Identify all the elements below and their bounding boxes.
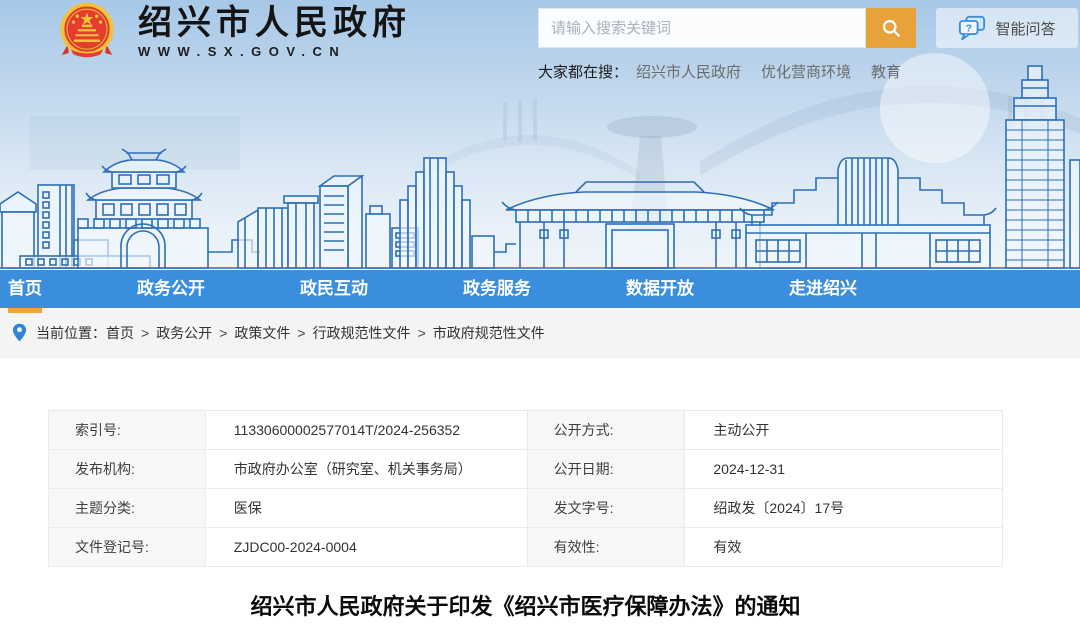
field-value-index-no: 11330600002577014T/2024-256352: [205, 411, 527, 450]
field-value-doc-number: 绍政发〔2024〕17号: [685, 489, 1003, 528]
table-row: 文件登记号: ZJDC00-2024-0004 有效性: 有效: [49, 528, 1003, 567]
hot-search-link[interactable]: 教育: [871, 61, 901, 82]
smart-qa-label: 智能问答: [995, 18, 1055, 39]
breadcrumb: 当前位置： 首页 > 政务公开 > 政策文件 > 行政规范性文件 > 市政府规范…: [0, 308, 1080, 358]
chat-bubble-question-icon: ?: [958, 15, 986, 41]
breadcrumb-item-home[interactable]: 首页: [106, 323, 134, 343]
field-value-validity: 有效: [685, 528, 1003, 567]
breadcrumb-prefix: 当前位置：: [36, 323, 106, 343]
table-row: 索引号: 11330600002577014T/2024-256352 公开方式…: [49, 411, 1003, 450]
field-value-disclosure-method: 主动公开: [685, 411, 1003, 450]
breadcrumb-item-gov-info[interactable]: 政务公开: [156, 323, 212, 343]
hot-search-label: 大家都在搜：: [538, 61, 628, 82]
svg-text:?: ?: [966, 23, 972, 34]
search-input[interactable]: [538, 8, 866, 48]
nav-item-services[interactable]: 政务服务: [463, 270, 531, 308]
document-info-table: 索引号: 11330600002577014T/2024-256352 公开方式…: [48, 410, 1003, 567]
nav-item-home[interactable]: 首页: [8, 270, 42, 308]
smart-qa-button[interactable]: ? 智能问答: [936, 8, 1078, 48]
breadcrumb-separator: >: [297, 325, 305, 341]
field-label-validity: 有效性:: [527, 528, 685, 567]
field-label-index-no: 索引号:: [49, 411, 206, 450]
main-nav: 首页 政务公开 政民互动 政务服务 数据开放 走进绍兴: [0, 270, 1080, 308]
nav-item-open-data[interactable]: 数据开放: [626, 270, 694, 308]
national-emblem-icon: [52, 2, 122, 64]
breadcrumb-separator: >: [141, 325, 149, 341]
breadcrumb-item-admin-normative[interactable]: 行政规范性文件: [313, 323, 411, 343]
field-label-issuing-agency: 发布机构:: [49, 450, 206, 489]
search-bar: [538, 8, 916, 48]
field-value-topic-category: 医保: [205, 489, 527, 528]
breadcrumb-item-policy-docs[interactable]: 政策文件: [234, 323, 290, 343]
field-label-registration-no: 文件登记号:: [49, 528, 206, 567]
field-value-registration-no: ZJDC00-2024-0004: [205, 528, 527, 567]
table-row: 主题分类: 医保 发文字号: 绍政发〔2024〕17号: [49, 489, 1003, 528]
breadcrumb-separator: >: [418, 325, 426, 341]
field-label-disclosure-method: 公开方式:: [527, 411, 685, 450]
search-button[interactable]: [866, 8, 916, 48]
site-logo[interactable]: 绍兴市人民政府 WWW.SX.GOV.CN: [52, 1, 411, 64]
site-header: 绍兴市人民政府 WWW.SX.GOV.CN ? 智能问答 大家都在搜： 绍兴市人…: [0, 0, 1080, 270]
field-value-publish-date: 2024-12-31: [685, 450, 1003, 489]
hot-search-link[interactable]: 优化营商环境: [761, 61, 851, 82]
field-label-doc-number: 发文字号:: [527, 489, 685, 528]
nav-item-interaction[interactable]: 政民互动: [300, 270, 368, 308]
field-label-topic-category: 主题分类:: [49, 489, 206, 528]
nav-item-gov-info[interactable]: 政务公开: [137, 270, 205, 308]
document-page: 索引号: 11330600002577014T/2024-256352 公开方式…: [0, 358, 1080, 622]
document-title: 绍兴市人民政府关于印发《绍兴市医疗保障办法》的通知: [48, 592, 1003, 622]
site-url: WWW.SX.GOV.CN: [138, 44, 411, 59]
field-value-issuing-agency: 市政府办公室（研究室、机关事务局）: [205, 450, 527, 489]
breadcrumb-separator: >: [219, 325, 227, 341]
nav-item-about-shaoxing[interactable]: 走进绍兴: [789, 270, 857, 308]
location-pin-icon: [12, 323, 27, 342]
site-name: 绍兴市人民政府: [138, 4, 411, 42]
breadcrumb-item-city-normative[interactable]: 市政府规范性文件: [433, 323, 545, 343]
magnifier-icon: [881, 18, 902, 39]
field-label-publish-date: 公开日期:: [527, 450, 685, 489]
hot-search-link[interactable]: 绍兴市人民政府: [636, 61, 741, 82]
table-row: 发布机构: 市政府办公室（研究室、机关事务局） 公开日期: 2024-12-31: [49, 450, 1003, 489]
hot-search-row: 大家都在搜： 绍兴市人民政府 优化营商环境 教育: [538, 61, 901, 82]
